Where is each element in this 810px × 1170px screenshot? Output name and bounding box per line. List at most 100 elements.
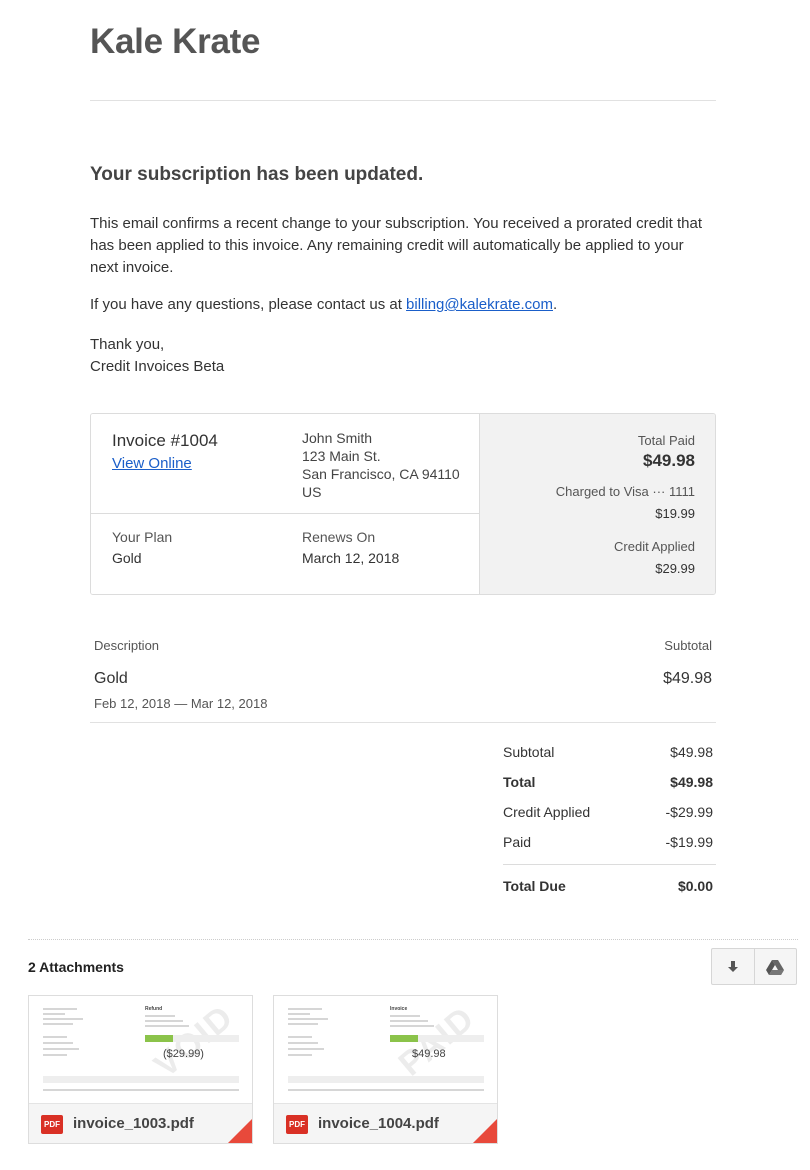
divider — [90, 722, 716, 723]
thumbnail-bar — [418, 1035, 484, 1042]
attachment-file-name: invoice_1003.pdf — [73, 1115, 194, 1132]
thumbnail-bar — [173, 1035, 239, 1042]
totals-value: $49.98 — [670, 774, 713, 790]
thumbnail-text-line — [288, 1048, 324, 1050]
total-paid-label: Total Paid — [637, 433, 695, 448]
thumbnail-text-line — [43, 1008, 77, 1010]
thumbnail-status-bar — [145, 1035, 173, 1042]
thumbnail-text-line — [43, 1018, 83, 1020]
attachment-card[interactable]: PAID Invoice $49.98 PDF invoice_1004.pdf — [273, 995, 498, 1144]
thumbnail-table-header — [43, 1076, 239, 1083]
thumbnail-amount: $49.98 — [412, 1048, 446, 1060]
line-item-dates: Feb 12, 2018 — Mar 12, 2018 — [94, 696, 268, 711]
thumbnail-table-row — [288, 1089, 484, 1091]
renews-value: March 12, 2018 — [302, 550, 400, 566]
credit-applied-label: Credit Applied — [614, 539, 695, 554]
pdf-icon: PDF — [286, 1115, 308, 1134]
thumbnail-status-bar — [390, 1035, 418, 1042]
contact-email-link[interactable]: billing@kalekrate.com — [406, 296, 553, 313]
download-all-button[interactable] — [712, 949, 754, 984]
thumbnail-text-line — [43, 1036, 67, 1038]
address-line: 123 Main St. — [302, 448, 381, 464]
attachments-title: 2 Attachments — [28, 959, 124, 975]
plan-value: Gold — [112, 550, 142, 566]
thumbnail-text-line — [390, 1020, 428, 1022]
thumbnail-text-line — [288, 1054, 312, 1056]
totals-label: Credit Applied — [503, 804, 591, 820]
address-line: San Francisco, CA 94110 — [302, 466, 460, 482]
invoice-summary: Invoice #1004 View Online John Smith 123… — [90, 413, 716, 595]
attachment-thumbnail: PAID Invoice $49.98 — [274, 996, 497, 1103]
divider — [503, 864, 716, 865]
address-line: US — [302, 484, 322, 500]
totals-value: $0.00 — [677, 878, 713, 894]
charged-value: $19.99 — [655, 506, 695, 521]
thumbnail-text-line — [390, 1015, 420, 1017]
thumbnail-heading: Refund — [145, 1006, 163, 1012]
thumbnail-text-line — [390, 1025, 434, 1027]
address-line: John Smith — [302, 430, 373, 446]
divider — [28, 939, 798, 940]
email-headline: Your subscription has been updated. — [90, 164, 424, 185]
thumbnail-text-line — [145, 1025, 189, 1027]
invoice-details: Invoice #1004 View Online John Smith 123… — [91, 414, 479, 594]
thumbnail-text-line — [43, 1048, 79, 1050]
page-fold-icon — [471, 1119, 497, 1143]
divider — [91, 513, 479, 514]
view-online-link[interactable]: View Online — [112, 455, 192, 472]
totals-label: Total — [503, 774, 536, 790]
payment-summary: Total Paid $49.98 Charged to Visa ··· 11… — [479, 414, 715, 594]
thumbnail-text-line — [145, 1015, 175, 1017]
totals-label: Paid — [503, 834, 532, 850]
signoff: Thank you, — [90, 336, 165, 353]
attachment-thumbnail: VOID Refund ($29.99) — [29, 996, 252, 1103]
attachment-footer: PDF invoice_1003.pdf — [29, 1103, 252, 1143]
line-item-name: Gold — [94, 670, 128, 687]
thumbnail-table-header — [288, 1076, 484, 1083]
description-header: Description — [94, 638, 160, 653]
thumbnail-text-line — [288, 1042, 318, 1044]
attachment-card[interactable]: VOID Refund ($29.99) PDF invoice_1003.pd… — [28, 995, 253, 1144]
thumbnail-text-line — [288, 1013, 310, 1015]
renews-label: Renews On — [302, 529, 376, 545]
page-fold-icon — [226, 1119, 252, 1143]
invoice-number: Invoice #1004 — [112, 431, 218, 450]
total-paid-value: $49.98 — [643, 451, 695, 470]
totals-label: Subtotal — [503, 744, 555, 760]
thumbnail-text-line — [43, 1042, 73, 1044]
download-icon — [727, 960, 738, 972]
contact-text: If you have any questions, please contac… — [90, 296, 407, 313]
email-paragraph: This email confirms a recent change to y… — [90, 215, 702, 276]
thumbnail-heading: Invoice — [390, 1006, 408, 1012]
totals-value: $49.98 — [670, 744, 713, 760]
thumbnail-text-line — [43, 1054, 67, 1056]
totals-value: -$29.99 — [665, 804, 713, 820]
totals-label: Total Due — [503, 878, 566, 894]
contact-suffix: . — [553, 296, 558, 313]
thumbnail-text-line — [43, 1023, 73, 1025]
signature: Credit Invoices Beta — [90, 358, 225, 375]
thumbnail-text-line — [145, 1020, 183, 1022]
divider — [90, 100, 716, 101]
thumbnail-table-row — [43, 1089, 239, 1091]
totals-value: -$19.99 — [665, 834, 713, 850]
google-drive-icon — [766, 959, 785, 975]
thumbnail-text-line — [288, 1008, 322, 1010]
attachment-actions — [711, 948, 797, 985]
plan-label: Your Plan — [112, 529, 173, 545]
signoff-block: Thank you, Credit Invoices Beta — [90, 334, 716, 378]
charged-label: Charged to Visa ··· 1111 — [555, 484, 695, 499]
thumbnail-text-line — [288, 1023, 318, 1025]
attachment-footer: PDF invoice_1004.pdf — [274, 1103, 497, 1143]
thumbnail-text-line — [288, 1036, 312, 1038]
subtotal-header: Subtotal — [664, 638, 712, 653]
thumbnail-text-line — [288, 1018, 328, 1020]
brand-logo: Kale Krate — [90, 22, 261, 61]
line-item-amount: $49.98 — [663, 670, 712, 687]
contact-paragraph: If you have any questions, please contac… — [90, 294, 716, 316]
pdf-icon: PDF — [41, 1115, 63, 1134]
billing-address: John Smith 123 Main St. San Francisco, C… — [302, 429, 460, 501]
save-to-drive-button[interactable] — [753, 949, 796, 984]
thumbnail-text-line — [43, 1013, 65, 1015]
thumbnail-amount: ($29.99) — [163, 1048, 204, 1060]
